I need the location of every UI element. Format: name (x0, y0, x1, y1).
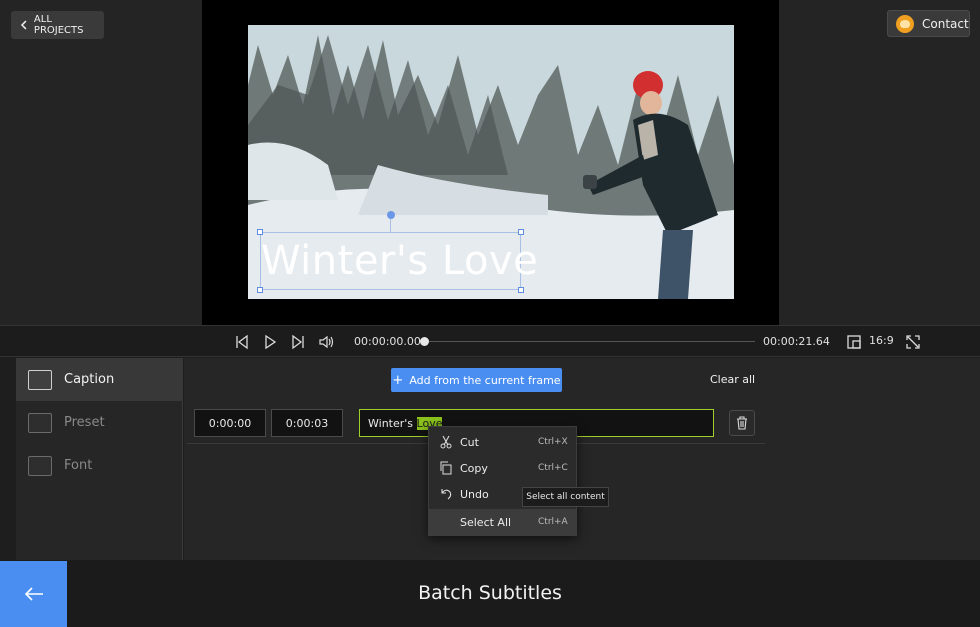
all-projects-label: ALL PROJECTS (33, 14, 84, 36)
contact-button[interactable]: Contact (887, 10, 970, 37)
trash-icon (737, 416, 747, 430)
caption-rotate-handle[interactable] (387, 211, 395, 219)
add-from-frame-button[interactable]: + Add from the current frame (391, 368, 562, 392)
font-icon (28, 455, 52, 476)
aspect-ratio-icon[interactable] (846, 334, 862, 350)
context-menu: Cut Ctrl+X Copy Ctrl+C Undo Select All C… (428, 426, 577, 536)
menu-item-select-all[interactable]: Select All Ctrl+A (429, 509, 576, 535)
plus-icon: + (392, 372, 404, 388)
menu-item-copy[interactable]: Copy Ctrl+C (429, 455, 576, 481)
timeline-scrubber[interactable] (425, 341, 755, 342)
skip-next-icon[interactable] (290, 334, 306, 350)
preset-icon (28, 412, 52, 433)
start-time-field[interactable]: 0:00:00 (194, 409, 266, 437)
caption-overlay-text[interactable]: Winter's Love (261, 233, 538, 289)
end-time-field[interactable]: 0:00:03 (271, 409, 343, 437)
current-time: 00:00:00.00 (354, 335, 421, 348)
clear-all-button[interactable]: Clear all (710, 373, 755, 386)
volume-icon[interactable] (318, 334, 334, 350)
sidebar-item-caption[interactable]: Caption (16, 358, 183, 401)
support-avatar-icon (896, 14, 914, 33)
all-projects-button[interactable]: ALL PROJECTS (11, 11, 104, 39)
cut-icon (440, 435, 452, 449)
menu-item-shortcut: Ctrl+A (538, 517, 568, 527)
total-time: 00:00:21.64 (763, 335, 830, 348)
play-icon[interactable] (262, 334, 278, 350)
caption-icon (28, 369, 52, 390)
aspect-ratio-label[interactable]: 16:9 (869, 334, 894, 347)
add-from-frame-label: Add from the current frame (409, 373, 561, 387)
sidebar-item-font[interactable]: Font (16, 444, 183, 487)
skip-previous-icon[interactable] (234, 334, 250, 350)
sidebar-item-label: Caption (64, 372, 115, 387)
sidebar-item-preset[interactable]: Preset (16, 401, 183, 444)
delete-caption-button[interactable] (729, 410, 755, 436)
menu-item-label: Copy (460, 461, 488, 475)
app-root: Winter's Love ALL PROJECTS Contact 00:00… (0, 0, 980, 627)
caption-editor-panel (184, 358, 980, 560)
menu-item-shortcut: Ctrl+X (538, 437, 568, 447)
copy-icon (440, 461, 452, 475)
contact-label: Contact (922, 16, 969, 31)
menu-item-cut[interactable]: Cut Ctrl+X (429, 429, 576, 455)
sidebar-item-label: Font (64, 458, 93, 473)
menu-item-label: Select All (460, 515, 512, 529)
sidebar: Caption Preset Font (16, 358, 183, 560)
menu-item-label: Undo (460, 487, 489, 501)
caption-text-unselected: Winter's (368, 416, 417, 430)
menu-item-label: Cut (460, 435, 479, 449)
fullscreen-icon[interactable] (905, 334, 921, 350)
select-all-tooltip: Select all content (522, 487, 609, 507)
undo-icon (441, 489, 452, 500)
page-title: Batch Subtitles (418, 582, 562, 604)
chevron-left-icon (20, 20, 27, 30)
menu-item-shortcut: Ctrl+C (538, 463, 568, 473)
transport-bar: 00:00:00.00 00:00:21.64 16:9 (0, 325, 980, 357)
sidebar-item-label: Preset (64, 415, 105, 430)
timeline-scrubber-knob[interactable] (420, 337, 429, 346)
caption-rotate-line (390, 217, 391, 232)
